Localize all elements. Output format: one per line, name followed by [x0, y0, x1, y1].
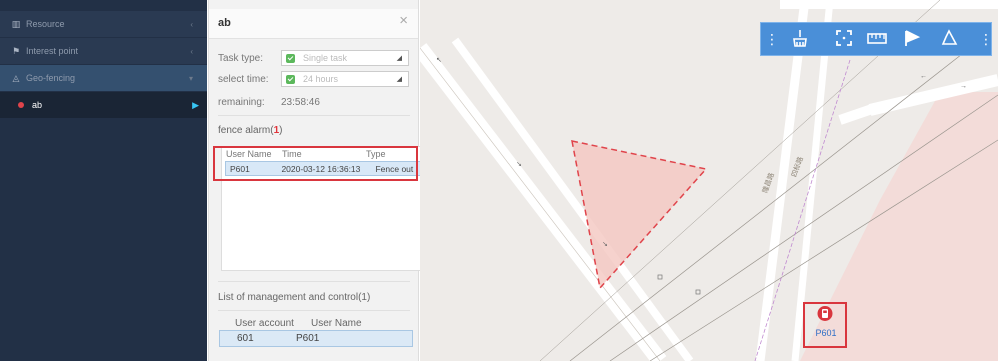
polygon-draw-icon[interactable]: [938, 29, 960, 51]
remaining-label: remaining:: [218, 96, 265, 108]
play-icon[interactable]: ▶: [192, 100, 199, 111]
select-time-value: 24 hours: [303, 74, 339, 84]
flag-icon[interactable]: [901, 29, 923, 51]
panel-title: ab: [218, 17, 231, 29]
sidebar-item-interest-point[interactable]: ⚑ Interest point ‹: [0, 38, 207, 64]
remaining-value: 23:58:46: [281, 97, 320, 108]
mgmt-title: List of management and control(1): [218, 292, 371, 303]
mgmt-table-header: User account User Name: [235, 318, 362, 329]
more-icon[interactable]: ⋮: [979, 32, 993, 46]
marker: [695, 289, 701, 295]
col-header-user-name: User Name: [311, 318, 362, 329]
arrow-icon: ↖: [436, 57, 442, 64]
building-icon: ▥: [11, 18, 21, 29]
broom-icon[interactable]: [789, 29, 811, 51]
arrow-icon: ↘: [516, 161, 522, 168]
arrow-icon: ←: [920, 73, 927, 80]
task-type-label: Task type:: [218, 52, 264, 64]
check-icon: [286, 53, 295, 63]
divider: [218, 310, 410, 311]
sidebar-item-label: Geo-fencing: [26, 73, 76, 83]
marker: [657, 274, 663, 280]
task-type-select[interactable]: Single task ◢: [281, 50, 409, 66]
flag-icon: ⚑: [11, 45, 21, 56]
fence-alarm-label: fence alarm(: [218, 125, 274, 136]
chevron-down-icon: ▾: [188, 73, 193, 83]
dropdown-arrow-icon: ◢: [396, 76, 402, 83]
panel-header: ab ×: [209, 9, 418, 39]
sidebar-item-ab[interactable]: ab ▶: [0, 92, 207, 118]
road: [838, 103, 877, 125]
check-icon: [286, 74, 295, 84]
divider: [218, 115, 410, 116]
chevron-left-icon: ‹: [190, 46, 193, 56]
arrow-icon: ↘: [602, 241, 608, 248]
device-marker-icon[interactable]: [817, 305, 833, 322]
divider: [218, 281, 410, 282]
fence-alarm-close: ): [279, 125, 283, 136]
ruler-icon[interactable]: [866, 29, 888, 51]
cell-name: P601: [296, 333, 320, 344]
sidebar-item-resource[interactable]: ▥ Resource ‹: [0, 11, 207, 37]
dropdown-arrow-icon: ◢: [396, 55, 402, 62]
select-time-row: select time:: [218, 70, 278, 88]
sidebar-item-geo-fencing[interactable]: ◬ Geo-fencing ▾: [0, 65, 207, 91]
device-label[interactable]: P601: [806, 328, 846, 338]
sidebar-item-label: ab: [32, 100, 43, 110]
drag-handle-icon[interactable]: ⋮: [765, 32, 779, 46]
arrow-icon: →: [960, 83, 967, 90]
sidebar-item-label: Interest point: [26, 46, 79, 56]
remaining-row: remaining:: [218, 93, 278, 111]
select-time-select[interactable]: 24 hours ◢: [281, 71, 409, 87]
select-time-label: select time:: [218, 73, 269, 85]
polygon-icon: ◬: [12, 72, 20, 83]
fullscreen-icon[interactable]: [833, 29, 855, 51]
cell-account: 601: [237, 333, 254, 344]
task-type-row: Task type:: [218, 49, 278, 67]
fence-alarm-title: fence alarm(1): [218, 125, 282, 136]
map-toolbar: ⋮ ⋮: [760, 22, 993, 56]
red-dot-icon: [18, 102, 24, 108]
chevron-left-icon: ‹: [190, 19, 193, 29]
table-row[interactable]: 601 P601: [219, 330, 413, 347]
col-header-user-account: User account: [235, 318, 294, 329]
alarm-highlight-box: [213, 146, 418, 181]
close-icon[interactable]: ×: [399, 12, 408, 29]
task-type-value: Single task: [303, 53, 348, 63]
sidebar-item-label: Resource: [26, 19, 65, 29]
